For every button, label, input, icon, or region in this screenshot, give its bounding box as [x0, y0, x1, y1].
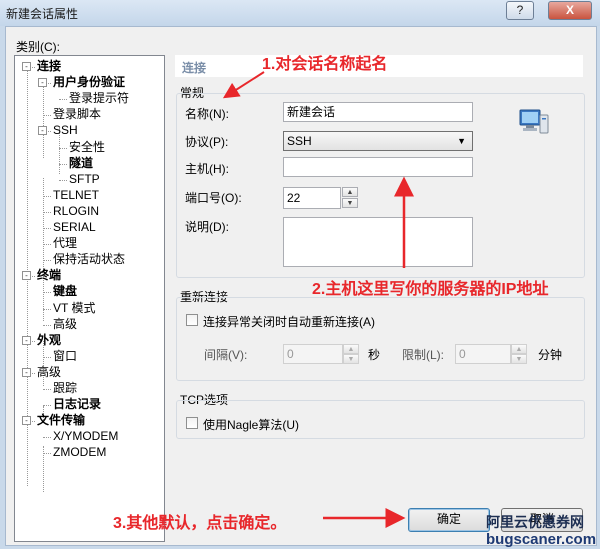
- watermark: 阿里云优惠券网 bugscaner.com: [486, 512, 597, 548]
- watermark-line2: bugscaner.com: [486, 531, 597, 548]
- watermark-line1: 阿里云优惠券网: [486, 514, 584, 530]
- arrow-to-name: [222, 71, 265, 99]
- annotation-arrows: [222, 71, 414, 528]
